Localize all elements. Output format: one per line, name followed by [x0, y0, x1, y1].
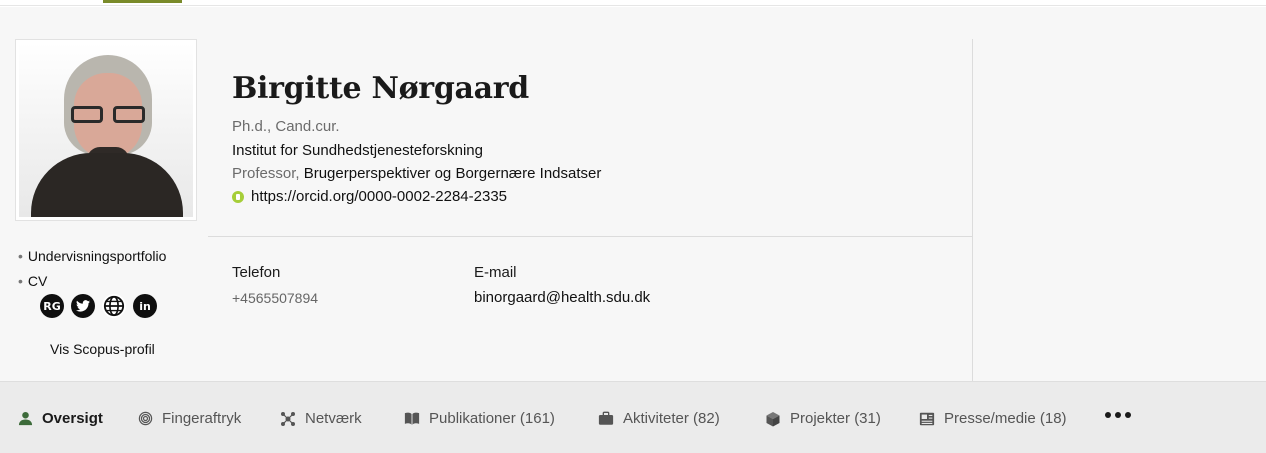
- orcid-link[interactable]: https://orcid.org/0000-0002-2284-2335: [232, 188, 507, 205]
- social-links: RG in: [40, 294, 157, 318]
- fingerprint-icon: [137, 411, 153, 427]
- twitter-icon[interactable]: [71, 294, 95, 318]
- email-link[interactable]: binorgaard@health.sdu.dk: [474, 289, 650, 306]
- scopus-profile-link[interactable]: Vis Scopus-profil: [50, 341, 155, 357]
- profile-tab-bar: Oversigt Fingeraftryk Netværk Publikatio…: [0, 381, 1266, 453]
- tab-netvaerk[interactable]: Netværk: [280, 410, 362, 427]
- person-name: Birgitte Nørgaard: [232, 71, 529, 106]
- portfolio-link[interactable]: Undervisningsportfolio: [28, 248, 167, 264]
- profile-photo: [15, 39, 197, 221]
- researchgate-icon[interactable]: RG: [40, 294, 64, 318]
- top-nav-strip: [0, 0, 1266, 6]
- book-icon: [404, 411, 420, 427]
- active-top-tab-indicator: [103, 0, 182, 3]
- tab-presse-medie[interactable]: Presse/medie (18): [919, 410, 1067, 427]
- globe-icon[interactable]: [102, 294, 126, 318]
- person-icon: [17, 411, 33, 427]
- phone-label: Telefon: [232, 264, 281, 281]
- orcid-icon: [232, 190, 244, 203]
- person-degree: Ph.d., Cand.cur.: [232, 118, 340, 135]
- side-links: • Undervisningsportfolio • CV: [18, 244, 166, 294]
- role-line: Professor, Brugerperspektiver og Borgern…: [232, 165, 601, 182]
- newspaper-icon: [919, 411, 935, 427]
- cube-icon: [765, 411, 781, 427]
- column-divider: [972, 39, 973, 381]
- role-title: Professor,: [232, 165, 300, 182]
- department-link[interactable]: Brugerperspektiver og Borgernære Indsats…: [304, 165, 602, 182]
- phone-value[interactable]: +4565507894: [232, 290, 318, 306]
- more-tabs-button[interactable]: [1105, 412, 1131, 418]
- profile-header: Birgitte Nørgaard Ph.d., Cand.cur. Insti…: [0, 7, 1266, 381]
- portfolio-link-item[interactable]: • Undervisningsportfolio: [18, 244, 166, 269]
- linkedin-icon[interactable]: in: [133, 294, 157, 318]
- section-divider: [208, 236, 972, 237]
- tab-fingeraftryk[interactable]: Fingeraftryk: [137, 410, 241, 427]
- email-label: E-mail: [474, 264, 517, 281]
- network-icon: [280, 411, 296, 427]
- cv-link-item[interactable]: • CV: [18, 269, 166, 294]
- briefcase-icon: [598, 411, 614, 427]
- cv-link[interactable]: CV: [28, 273, 47, 289]
- tab-projekter[interactable]: Projekter (31): [765, 410, 881, 427]
- tab-aktiviteter[interactable]: Aktiviteter (82): [598, 410, 720, 427]
- orcid-url[interactable]: https://orcid.org/0000-0002-2284-2335: [251, 188, 507, 205]
- institute-link[interactable]: Institut for Sundhedstjenesteforskning: [232, 142, 483, 159]
- tab-oversigt[interactable]: Oversigt: [17, 410, 103, 427]
- tab-publikationer[interactable]: Publikationer (161): [404, 410, 555, 427]
